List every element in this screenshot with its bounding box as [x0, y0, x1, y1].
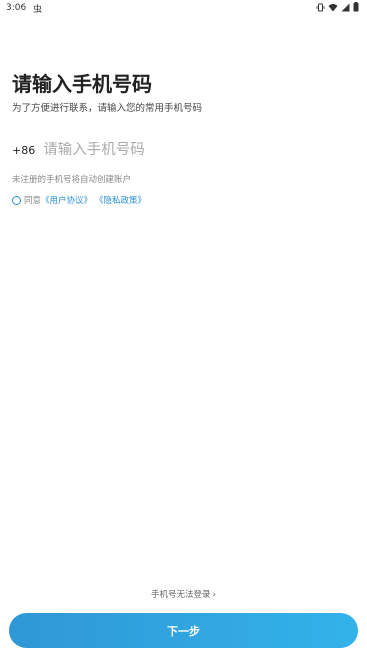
status-time: 3:06: [6, 3, 27, 13]
cannot-login-label: 手机号无法登录: [150, 590, 211, 600]
vibrate-icon: [316, 3, 325, 11]
user-agreement-link[interactable]: 《用户协议》: [41, 194, 92, 206]
next-button[interactable]: 下一步: [9, 613, 358, 648]
phone-input-row: +86: [12, 138, 355, 162]
signal-icon: [341, 3, 350, 11]
status-icons: [316, 2, 359, 12]
page-title: 请输入手机号码: [12, 72, 152, 96]
chevron-right-icon: ›: [212, 590, 217, 600]
agreement-row: 同意 《用户协议》 《隐私政策》: [12, 194, 146, 206]
privacy-policy-link[interactable]: 《隐私政策》: [95, 194, 146, 206]
agree-label: 同意: [24, 196, 42, 206]
battery-icon: [353, 2, 359, 12]
phone-input[interactable]: [43, 142, 324, 158]
country-code[interactable]: +86: [12, 144, 35, 157]
status-bar: 3:06 虫: [0, 0, 367, 16]
auto-register-hint: 未注册的手机号将自动创建账户: [12, 175, 132, 185]
cannot-login-link[interactable]: 手机号无法登录 ›: [0, 588, 367, 600]
app-notification-icon: 虫: [33, 5, 43, 15]
agree-radio[interactable]: [12, 195, 21, 205]
page-subtitle: 为了方便进行联系，请输入您的常用手机号码: [12, 103, 203, 114]
wifi-icon: [328, 3, 338, 11]
